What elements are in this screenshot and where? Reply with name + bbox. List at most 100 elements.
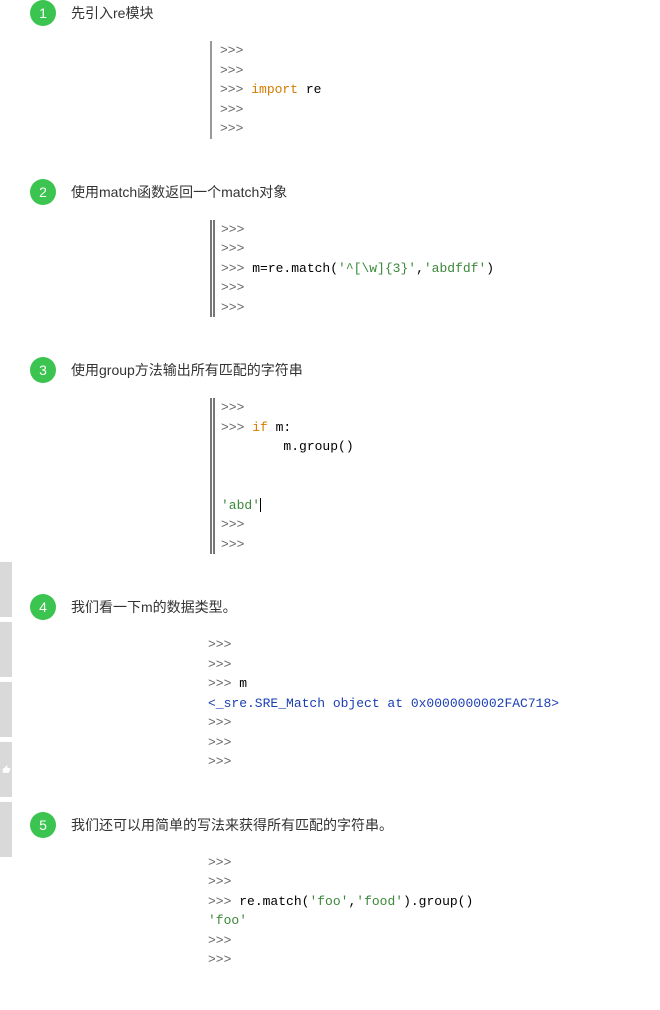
- code-token: >>>: [208, 952, 231, 967]
- code-token: 'abd': [221, 498, 260, 513]
- code-line: >>>: [221, 298, 660, 318]
- share-btn-5[interactable]: [0, 802, 12, 857]
- code-line: >>> if m:: [221, 418, 660, 438]
- step-number-badge: 2: [30, 179, 56, 205]
- share-sidebar: [0, 562, 12, 862]
- step-title: 我们看一下m的数据类型。: [71, 597, 237, 617]
- code-token: 'foo': [309, 894, 348, 909]
- code-line: >>> m=re.match('^[\w]{3}','abdfdf'): [221, 259, 660, 279]
- code-token: 'food': [356, 894, 403, 909]
- text-cursor: [260, 498, 261, 512]
- code-token: >>>: [221, 300, 244, 315]
- code-line: >>>: [208, 872, 660, 892]
- step-title: 使用group方法输出所有匹配的字符串: [71, 360, 303, 380]
- code-block: >>>>>> if m: m.group() 'abd'>>>>>>: [210, 398, 660, 554]
- code-line: >>> m: [208, 674, 660, 694]
- step-header: 1 先引入re模块: [30, 0, 660, 26]
- step-2: 2使用match函数返回一个match对象>>>>>>>>> m=re.matc…: [0, 179, 660, 318]
- code-line: >>>: [208, 931, 660, 951]
- code-line: [221, 476, 660, 496]
- step-1: 1先引入re模块>>>>>>>>> import re>>>>>>: [0, 0, 660, 139]
- code-line: >>>: [221, 535, 660, 555]
- step-title: 先引入re模块: [71, 3, 153, 23]
- code-block: >>>>>>>>> m=re.match('^[\w]{3}','abdfdf'…: [210, 220, 660, 318]
- code-token: m=re.match(: [252, 261, 338, 276]
- code-line: >>> import re: [220, 80, 660, 100]
- code-token: re: [298, 82, 321, 97]
- step-number-badge: 1: [30, 0, 56, 26]
- code-block: >>>>>>>>> m<_sre.SRE_Match object at 0x0…: [200, 635, 660, 772]
- share-btn-2[interactable]: [0, 622, 12, 677]
- code-line: >>>: [221, 398, 660, 418]
- code-token: >>>: [221, 517, 244, 532]
- code-token: >>>: [221, 222, 244, 237]
- code-line: >>> re.match('foo','food').group(): [208, 892, 660, 912]
- code-token: >>>: [208, 715, 231, 730]
- code-token: >>>: [208, 657, 231, 672]
- code-line: >>>: [220, 100, 660, 120]
- step-header: 4我们看一下m的数据类型。: [30, 594, 660, 620]
- step-header: 5 我们还可以用简单的写法来获得所有匹配的字符串。: [30, 812, 660, 838]
- code-token: '^[\w]{3}': [338, 261, 416, 276]
- step-header: 2 使用match函数返回一个match对象: [30, 179, 660, 205]
- step-3: 3使用group方法输出所有匹配的字符串>>>>>> if m: m.group…: [0, 357, 660, 554]
- code-line: 'abd': [221, 496, 660, 516]
- code-line: >>>: [208, 853, 660, 873]
- step-number-badge: 3: [30, 357, 56, 383]
- code-token: m: [239, 676, 247, 691]
- share-btn-1[interactable]: [0, 562, 12, 617]
- code-token: >>>: [221, 420, 252, 435]
- code-line: <_sre.SRE_Match object at 0x0000000002FA…: [208, 694, 660, 714]
- code-token: ,: [348, 894, 356, 909]
- code-line: 'foo': [208, 911, 660, 931]
- code-block: >>>>>>>>> import re>>>>>>: [210, 41, 660, 139]
- code-token: 'foo': [208, 913, 247, 928]
- code-line: >>>: [221, 220, 660, 240]
- code-token: >>>: [220, 121, 243, 136]
- share-btn-3[interactable]: [0, 682, 12, 737]
- code-token: ): [486, 261, 494, 276]
- step-number-badge: 5: [30, 812, 56, 838]
- step-header: 3 使用group方法输出所有匹配的字符串: [30, 357, 660, 383]
- code-token: >>>: [208, 735, 231, 750]
- code-token: if: [252, 420, 268, 435]
- code-line: >>>: [221, 515, 660, 535]
- code-token: >>>: [221, 261, 252, 276]
- code-line: >>>: [208, 752, 660, 772]
- code-token: [221, 478, 229, 493]
- code-token: >>>: [221, 241, 244, 256]
- code-token: >>>: [208, 874, 231, 889]
- code-token: <_sre.SRE_Match object at 0x0000000002FA…: [208, 696, 559, 711]
- code-token: [221, 459, 229, 474]
- code-token: >>>: [208, 855, 231, 870]
- code-token: >>>: [221, 400, 244, 415]
- share-btn-thumb[interactable]: [0, 742, 12, 797]
- code-line: >>>: [220, 119, 660, 139]
- code-line: >>>: [208, 950, 660, 970]
- code-token: >>>: [208, 676, 239, 691]
- code-line: >>>: [208, 733, 660, 753]
- step-4: 4我们看一下m的数据类型。>>>>>>>>> m<_sre.SRE_Match …: [0, 594, 660, 772]
- code-line: >>>: [220, 61, 660, 81]
- code-token: >>>: [220, 102, 243, 117]
- code-token: >>>: [221, 537, 244, 552]
- code-token: >>>: [220, 43, 243, 58]
- step-title: 我们还可以用简单的写法来获得所有匹配的字符串。: [71, 815, 393, 835]
- code-line: m.group(): [221, 437, 660, 457]
- code-line: >>>: [208, 655, 660, 675]
- code-token: 'abdfdf': [424, 261, 486, 276]
- code-block: >>>>>>>>> re.match('foo','food').group()…: [200, 853, 660, 970]
- code-line: >>>: [208, 635, 660, 655]
- code-token: >>>: [220, 82, 251, 97]
- code-line: >>>: [221, 278, 660, 298]
- code-token: >>>: [221, 280, 244, 295]
- code-token: >>>: [208, 754, 231, 769]
- code-token: re.match(: [239, 894, 309, 909]
- code-token: ).group(): [403, 894, 473, 909]
- step-5: 5我们还可以用简单的写法来获得所有匹配的字符串。>>>>>>>>> re.mat…: [0, 812, 660, 970]
- code-line: >>>: [220, 41, 660, 61]
- code-token: >>>: [208, 894, 239, 909]
- step-title: 使用match函数返回一个match对象: [71, 182, 287, 202]
- code-token: ,: [416, 261, 424, 276]
- code-line: >>>: [208, 713, 660, 733]
